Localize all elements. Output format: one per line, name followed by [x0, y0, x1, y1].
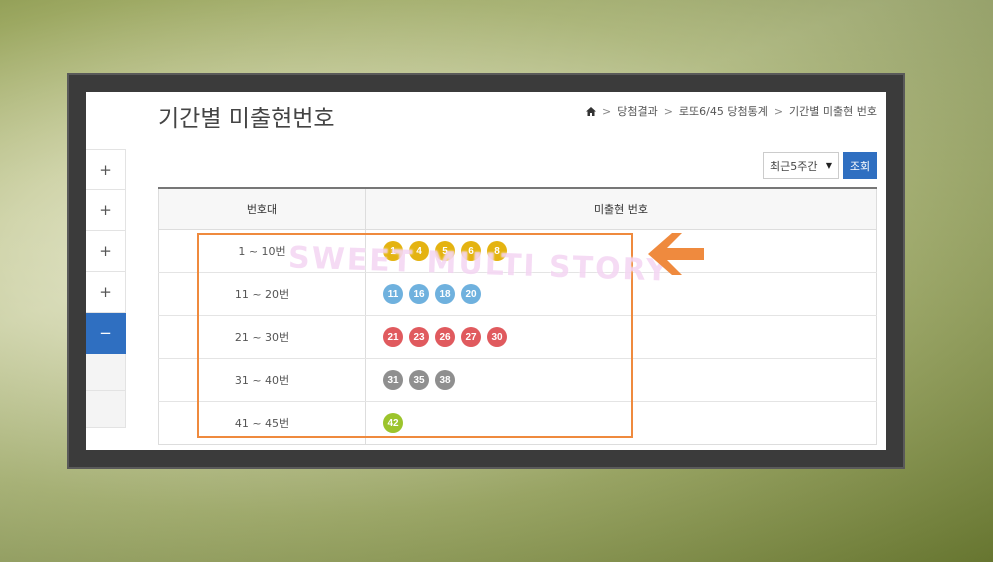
lotto-ball: 30 [487, 327, 507, 347]
table-body: 1 ~ 10번 1 4 5 6 8 11 ~ 20번 11 16 18 20 21 ~ 30번 21 23… [158, 230, 877, 445]
sidebar-expand-button[interactable]: + [86, 272, 126, 313]
header-numbers: 미출현 번호 [366, 189, 877, 229]
plus-icon: + [99, 242, 112, 260]
period-select[interactable]: 최근5주간 ▼ [763, 152, 839, 179]
plus-icon: + [99, 201, 112, 219]
minus-icon: − [99, 324, 112, 342]
range-cell: 11 ~ 20번 [158, 273, 366, 315]
breadcrumb-item-current: 기간별 미출현 번호 [789, 105, 877, 118]
breadcrumb: > 당첨결과 > 로또6/45 당첨통계 > 기간별 미출현 번호 [585, 103, 877, 119]
missing-numbers-table: 번호대 미출현 번호 1 ~ 10번 1 4 5 6 8 11 ~ 20번 11 16 18 20 2… [158, 187, 877, 445]
numbers-cell: 42 [366, 402, 877, 444]
sidebar-expand-button[interactable]: + [86, 149, 126, 190]
sidebar-collapse-button[interactable]: − [86, 313, 126, 354]
table-row: 41 ~ 45번 42 [158, 402, 877, 445]
breadcrumb-item[interactable]: 당첨결과 [617, 103, 657, 119]
lotto-ball: 8 [487, 241, 507, 261]
sidebar-subitem[interactable] [86, 391, 126, 428]
lotto-ball: 35 [409, 370, 429, 390]
lotto-ball: 27 [461, 327, 481, 347]
filter-controls: 최근5주간 ▼ 조회 [763, 152, 877, 179]
lotto-ball: 11 [383, 284, 403, 304]
sidebar-subitem[interactable] [86, 354, 126, 391]
lotto-ball: 1 [383, 241, 403, 261]
table-row: 21 ~ 30번 21 23 26 27 30 [158, 316, 877, 359]
range-cell: 1 ~ 10번 [158, 230, 366, 272]
table-row: 1 ~ 10번 1 4 5 6 8 [158, 230, 877, 273]
lotto-ball: 38 [435, 370, 455, 390]
sidebar-expand-button[interactable]: + [86, 190, 126, 231]
numbers-cell: 31 35 38 [366, 359, 877, 401]
lotto-ball: 5 [435, 241, 455, 261]
numbers-cell: 11 16 18 20 [366, 273, 877, 315]
range-cell: 41 ~ 45번 [158, 402, 366, 444]
lotto-ball: 18 [435, 284, 455, 304]
lotto-ball: 16 [409, 284, 429, 304]
home-icon[interactable] [585, 106, 596, 116]
plus-icon: + [99, 160, 112, 179]
page-title: 기간별 미출현번호 [158, 106, 335, 132]
range-cell: 31 ~ 40번 [158, 359, 366, 401]
lotto-ball: 23 [409, 327, 429, 347]
lotto-ball: 26 [435, 327, 455, 347]
breadcrumb-separator-icon: > [773, 104, 784, 118]
screen: 기간별 미출현번호 > 당첨결과 > 로또6/45 당첨통계 > 기간별 미출현… [86, 92, 886, 450]
table-row: 11 ~ 20번 11 16 18 20 [158, 273, 877, 316]
query-button[interactable]: 조회 [843, 152, 877, 179]
sidebar-expand-button[interactable]: + [86, 231, 126, 272]
lotto-ball: 21 [383, 327, 403, 347]
lotto-ball: 4 [409, 241, 429, 261]
numbers-cell: 14568 [366, 230, 877, 272]
range-cell: 21 ~ 30번 [158, 316, 366, 358]
lotto-ball: 6 [461, 241, 481, 261]
breadcrumb-separator-icon: > [601, 104, 612, 118]
period-select-value: 최근5주간 [770, 159, 818, 173]
lotto-ball: 42 [383, 413, 403, 433]
sidebar: + + + + − [86, 149, 126, 428]
plus-icon: + [99, 283, 112, 301]
table-header: 번호대 미출현 번호 [158, 189, 877, 230]
header-range: 번호대 [158, 189, 366, 229]
numbers-cell: 21 23 26 27 30 [366, 316, 877, 358]
lotto-ball: 31 [383, 370, 403, 390]
breadcrumb-item[interactable]: 로또6/45 당첨통계 [679, 103, 768, 119]
table-row: 31 ~ 40번 31 35 38 [158, 359, 877, 402]
caret-down-icon: ▼ [825, 161, 832, 170]
breadcrumb-separator-icon: > [663, 104, 673, 118]
lotto-ball: 20 [461, 284, 481, 304]
